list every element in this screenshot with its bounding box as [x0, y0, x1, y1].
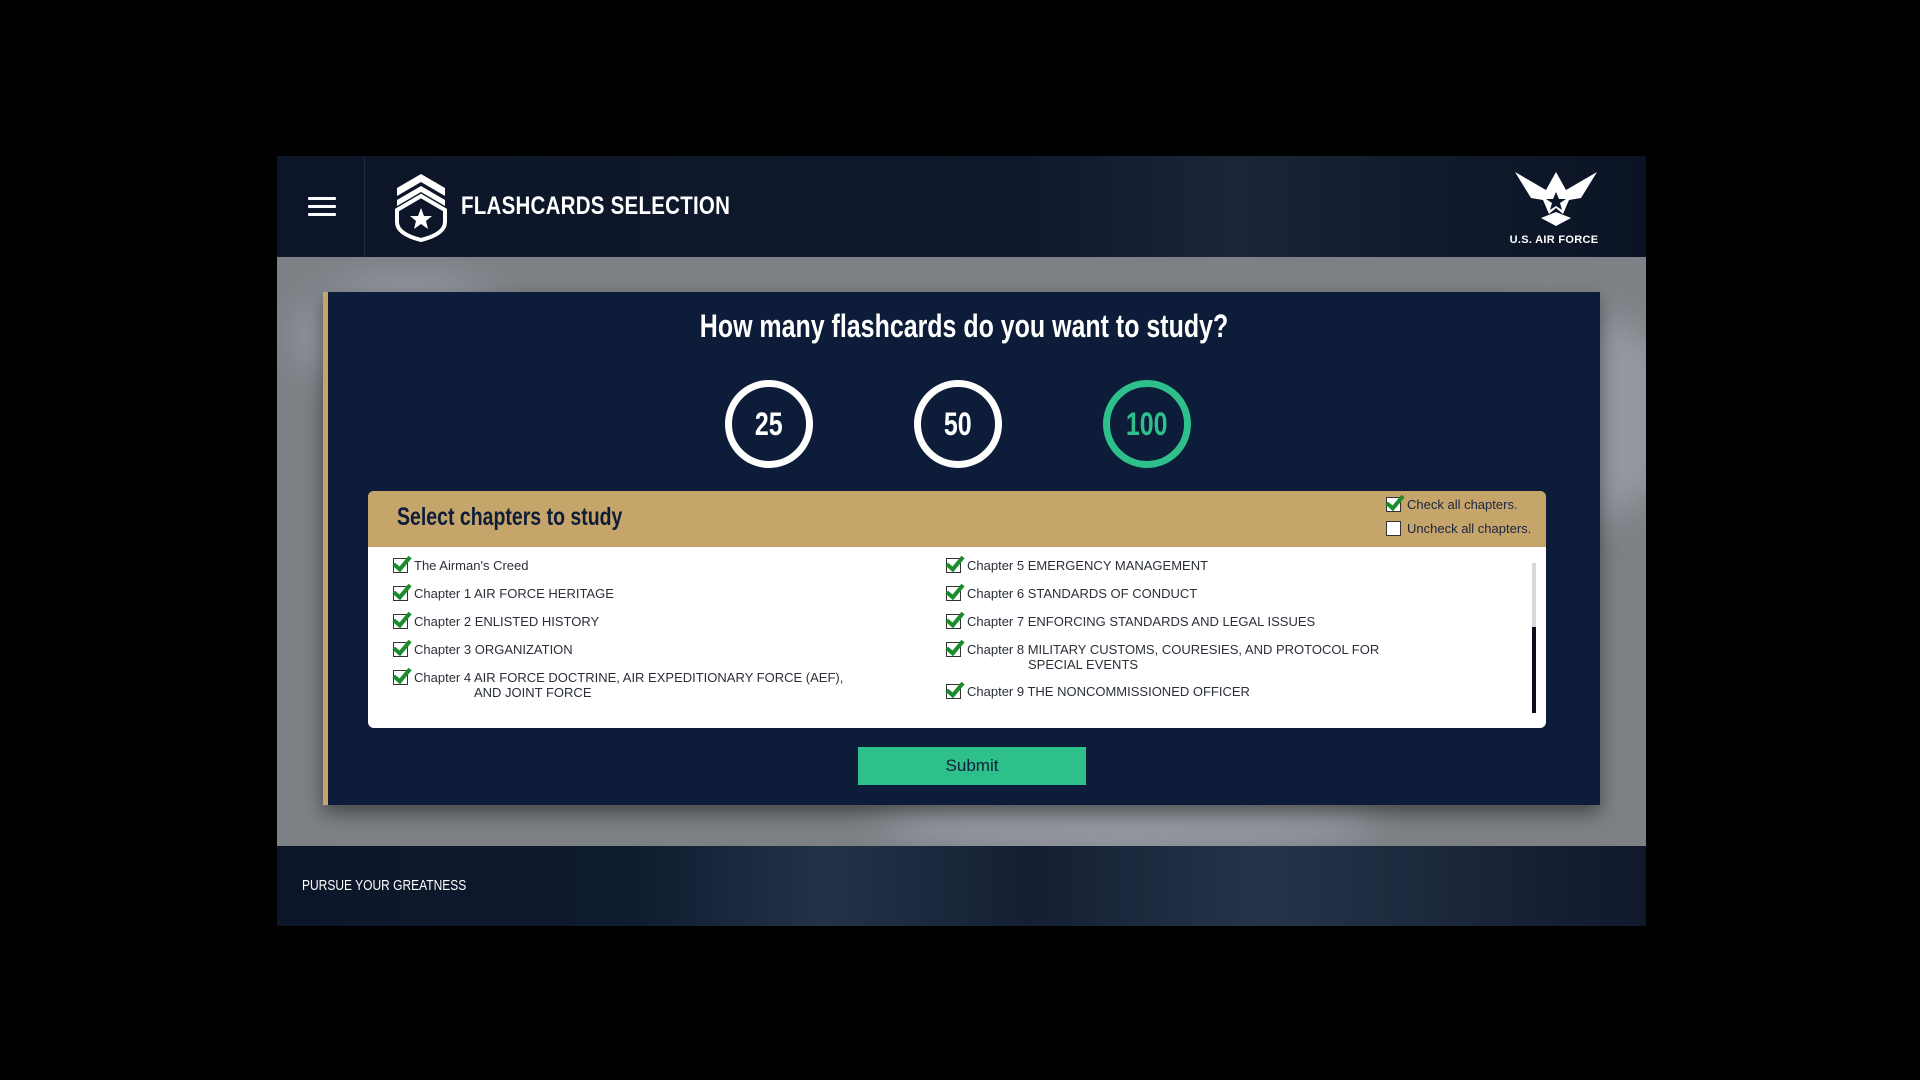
menu-icon — [308, 197, 336, 200]
chapter-checkbox[interactable] — [946, 684, 961, 699]
chapter-label: Chapter 1 AIR FORCE HERITAGE — [414, 586, 614, 601]
chapter-item-2[interactable]: Chapter 2 ENLISTED HISTORY — [393, 614, 599, 629]
chapters-title: Select chapters to study — [397, 503, 623, 531]
chapter-label: The Airman's Creed — [414, 558, 529, 573]
chapter-label-cont: AND JOINT FORCE — [474, 685, 592, 700]
chapter-checkbox[interactable] — [946, 558, 961, 573]
chapter-label: Chapter 7 ENFORCING STANDARDS AND LEGAL … — [967, 614, 1316, 629]
footer-bar: PURSUE YOUR GREATNESS — [277, 846, 1646, 926]
footer-slogan: PURSUE YOUR GREATNESS — [302, 877, 467, 894]
count-50-button[interactable]: 50 — [914, 380, 1002, 468]
selection-panel: How many flashcards do you want to study… — [323, 292, 1600, 805]
uncheck-all-control[interactable]: Uncheck all chapters. — [1386, 521, 1531, 536]
count-100-button[interactable]: 100 — [1103, 380, 1191, 468]
chapter-label: Chapter 8 MILITARY CUSTOMS, COURESIES, A… — [967, 642, 1380, 657]
chapter-checkbox[interactable] — [393, 642, 408, 657]
chapters-box: Select chapters to study Check all chapt… — [368, 491, 1546, 728]
chapter-checkbox[interactable] — [393, 614, 408, 629]
chapter-item-9[interactable]: Chapter 9 THE NONCOMMISSIONED OFFICER — [946, 684, 1250, 699]
chapter-checkbox[interactable] — [946, 614, 961, 629]
chapter-item-3[interactable]: Chapter 3 ORGANIZATION — [393, 642, 573, 657]
chapter-item-8[interactable]: Chapter 8 MILITARY CUSTOMS, COURESIES, A… — [946, 642, 1379, 672]
uncheck-all-label: Uncheck all chapters. — [1407, 521, 1532, 536]
chapter-checkbox[interactable] — [393, 670, 408, 685]
chapter-item-creed[interactable]: The Airman's Creed — [393, 558, 528, 573]
chapter-label: Chapter 2 ENLISTED HISTORY — [414, 614, 600, 629]
hamburger-menu-button[interactable] — [277, 156, 365, 257]
chapter-label-cont: SPECIAL EVENTS — [1028, 657, 1139, 672]
checkbox-uncheck-all[interactable] — [1386, 521, 1401, 536]
check-all-label: Check all chapters. — [1407, 497, 1518, 512]
chapter-item-4[interactable]: Chapter 4 AIR FORCE DOCTRINE, AIR EXPEDI… — [393, 670, 843, 700]
menu-icon — [308, 205, 336, 208]
scrollbar-thumb[interactable] — [1532, 627, 1536, 713]
check-all-control[interactable]: Check all chapters. — [1386, 497, 1518, 512]
chapter-item-1[interactable]: Chapter 1 AIR FORCE HERITAGE — [393, 586, 614, 601]
count-label: 25 — [755, 405, 783, 442]
chapters-header: Select chapters to study Check all chapt… — [368, 491, 1546, 547]
air-force-wings-icon — [1515, 172, 1597, 226]
menu-icon — [308, 213, 336, 216]
count-label: 50 — [944, 405, 972, 442]
chapter-label: Chapter 6 STANDARDS OF CONDUCT — [967, 586, 1198, 601]
rank-chevron-icon — [395, 174, 447, 242]
page-title: FLASHCARDS SELECTION — [461, 192, 731, 220]
chapter-item-7[interactable]: Chapter 7 ENFORCING STANDARDS AND LEGAL … — [946, 614, 1315, 629]
chapter-label: Chapter 4 AIR FORCE DOCTRINE, AIR EXPEDI… — [414, 670, 844, 685]
chapter-checkbox[interactable] — [946, 642, 961, 657]
brand-label: U.S. AIR FORCE — [1509, 234, 1599, 246]
app-window: FLASHCARDS SELECTION U.S. AIR FORCE How … — [277, 156, 1646, 926]
submit-button[interactable]: Submit — [858, 747, 1086, 785]
chapters-scrollbar[interactable] — [1532, 563, 1536, 713]
count-label: 100 — [1126, 405, 1168, 442]
chapter-item-5[interactable]: Chapter 5 EMERGENCY MANAGEMENT — [946, 558, 1208, 573]
checkbox-check-all[interactable] — [1386, 497, 1401, 512]
count-25-button[interactable]: 25 — [725, 380, 813, 468]
chapter-label: Chapter 5 EMERGENCY MANAGEMENT — [967, 558, 1209, 573]
top-header: FLASHCARDS SELECTION U.S. AIR FORCE — [277, 156, 1646, 257]
chapter-checkbox[interactable] — [946, 586, 961, 601]
chapter-label: Chapter 9 THE NONCOMMISSIONED OFFICER — [967, 684, 1250, 699]
chapter-item-6[interactable]: Chapter 6 STANDARDS OF CONDUCT — [946, 586, 1197, 601]
question-heading: How many flashcards do you want to study… — [699, 308, 1229, 344]
chapter-label: Chapter 3 ORGANIZATION — [414, 642, 573, 657]
chapter-checkbox[interactable] — [393, 586, 408, 601]
chapter-checkbox[interactable] — [393, 558, 408, 573]
